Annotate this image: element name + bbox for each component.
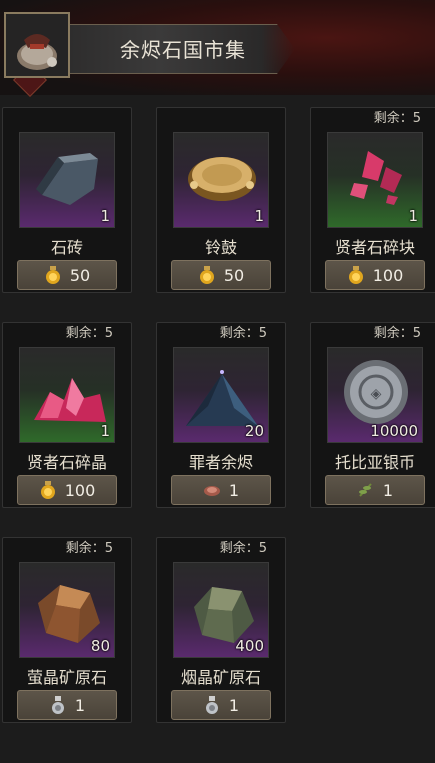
item-name: 贤者石碎块 — [334, 238, 415, 257]
item-name: 托比亚银币 — [334, 453, 415, 472]
item-slot[interactable]: 1 — [19, 132, 115, 228]
item-slot[interactable]: 400 — [173, 562, 269, 658]
item-name: 石砖 — [50, 238, 83, 257]
remaining-stock-label: 剩余：5 — [3, 323, 131, 345]
shop-item-card[interactable]: 1 石砖 50 — [2, 107, 132, 293]
price-amount: 100 — [372, 265, 404, 285]
shop-item-card[interactable]: 剩余：5 ◈ 10000 托比亚银币 1 — [310, 322, 435, 508]
silver-flask-icon — [205, 696, 218, 714]
item-slot[interactable]: ◈ 10000 — [327, 347, 423, 443]
shop-item-card[interactable]: 剩余：5 1 贤者石碎块 100 — [310, 107, 435, 293]
remaining-stock-text: 剩余：5 — [373, 326, 421, 341]
shop-item-card[interactable]: 剩余：5 20 罪者余烬 1 — [156, 322, 286, 508]
buy-button[interactable]: 1 — [171, 475, 271, 505]
item-quantity: 1 — [408, 207, 418, 225]
item-quantity: 10000 — [370, 422, 418, 440]
remaining-stock-text: 剩余：5 — [219, 326, 267, 341]
price-amount: 50 — [223, 265, 245, 285]
shop-item-card[interactable]: 1 铃鼓 50 — [156, 107, 286, 293]
price-amount: 50 — [69, 265, 91, 285]
buy-button[interactable]: 50 — [171, 260, 271, 290]
item-slot[interactable]: 80 — [19, 562, 115, 658]
remaining-stock-text: 剩余：5 — [219, 541, 267, 556]
shop-item-card[interactable]: 剩余：5 1 贤者石碎晶 100 — [2, 322, 132, 508]
item-name: 罪者余烬 — [188, 453, 253, 472]
price-amount: 1 — [382, 480, 394, 500]
remaining-stock-label: 剩余：5 — [157, 323, 285, 345]
shop-item-card[interactable]: 剩余：5 400 烟晶矿原石 1 — [156, 537, 286, 723]
price-amount: 1 — [74, 695, 86, 715]
gold-potion-icon — [40, 481, 55, 499]
buy-button[interactable]: 50 — [17, 260, 117, 290]
remaining-stock-label: 剩余：5 — [311, 323, 435, 345]
item-quantity: 400 — [235, 637, 264, 655]
item-quantity: 1 — [254, 207, 264, 225]
item-slot[interactable]: 1 — [327, 132, 423, 228]
item-slot[interactable]: 1 — [19, 347, 115, 443]
buy-button[interactable]: 100 — [17, 475, 117, 505]
page-title: 余烬石国市集 — [120, 38, 246, 62]
price-amount: 100 — [64, 480, 96, 500]
silver-flask-icon — [51, 696, 64, 714]
gold-potion-icon — [45, 266, 60, 284]
remaining-stock-text: 剩余：5 — [65, 326, 113, 341]
item-slot[interactable]: 20 — [173, 347, 269, 443]
price-amount: 1 — [228, 480, 240, 500]
item-name: 萤晶矿原石 — [26, 668, 107, 687]
buy-button[interactable]: 1 — [17, 690, 117, 720]
price-amount: 1 — [228, 695, 240, 715]
item-slot[interactable]: 1 — [173, 132, 269, 228]
item-quantity: 80 — [90, 637, 110, 655]
item-name: 铃鼓 — [204, 238, 237, 257]
buy-button[interactable]: 1 — [325, 475, 425, 505]
herb-icon — [358, 483, 372, 497]
gold-potion-icon — [348, 266, 363, 284]
remaining-stock-text: 剩余：5 — [65, 541, 113, 556]
remaining-stock-label: 剩余：5 — [3, 538, 131, 560]
remaining-stock-text: 剩余：5 — [373, 111, 421, 126]
loot-bag-icon — [17, 34, 57, 70]
item-name: 烟晶矿原石 — [180, 668, 261, 687]
loot-bag-button[interactable] — [4, 12, 70, 78]
gold-potion-icon — [199, 266, 214, 284]
remaining-stock-label: 剩余：5 — [157, 538, 285, 560]
svg-text:◈: ◈ — [371, 386, 382, 402]
meat-icon — [203, 486, 220, 496]
item-quantity: 20 — [244, 422, 264, 440]
item-name: 贤者石碎晶 — [26, 453, 107, 472]
remaining-stock-label: 剩余：5 — [311, 108, 435, 130]
shop-item-card[interactable]: 剩余：5 80 萤晶矿原石 1 — [2, 537, 132, 723]
buy-button[interactable]: 1 — [171, 690, 271, 720]
item-quantity: 1 — [100, 422, 110, 440]
item-quantity: 1 — [100, 207, 110, 225]
buy-button[interactable]: 100 — [325, 260, 425, 290]
